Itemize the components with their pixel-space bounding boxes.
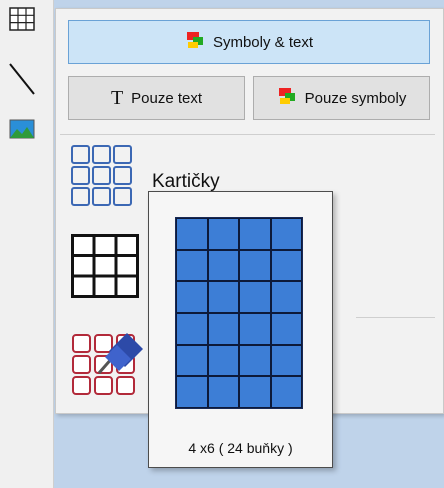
symbols-and-text-label: Symboly & text	[212, 33, 314, 51]
symbols-and-text-button[interactable]: Symboly & text	[68, 20, 430, 64]
table-grid-icon[interactable]	[5, 2, 39, 36]
table-layout-icon[interactable]	[71, 234, 139, 303]
grid-preview[interactable]	[175, 217, 303, 409]
text-only-label: Pouze text	[131, 89, 203, 107]
grid-size-caption: 4 x6 ( 24 buňky )	[188, 440, 293, 456]
symbols-only-button[interactable]: Pouze symboly	[253, 76, 430, 120]
line-tool-icon[interactable]	[5, 62, 39, 96]
left-toolbar	[0, 0, 54, 488]
image-icon[interactable]	[5, 112, 39, 146]
separator	[60, 134, 435, 135]
symbols-only-label: Pouze symboly	[304, 89, 407, 107]
symbols-icon	[277, 87, 297, 109]
pinned-layout-icon[interactable]	[71, 329, 149, 402]
text-only-button[interactable]: T Pouze text	[68, 76, 245, 120]
text-glyph-icon: T	[110, 86, 124, 109]
separator	[356, 317, 435, 318]
cards-layout-icon[interactable]	[71, 145, 132, 206]
cards-label[interactable]: Kartičky	[152, 171, 220, 193]
symbols-icon	[185, 31, 205, 53]
grid-size-popup: 4 x6 ( 24 buňky )	[148, 191, 333, 468]
